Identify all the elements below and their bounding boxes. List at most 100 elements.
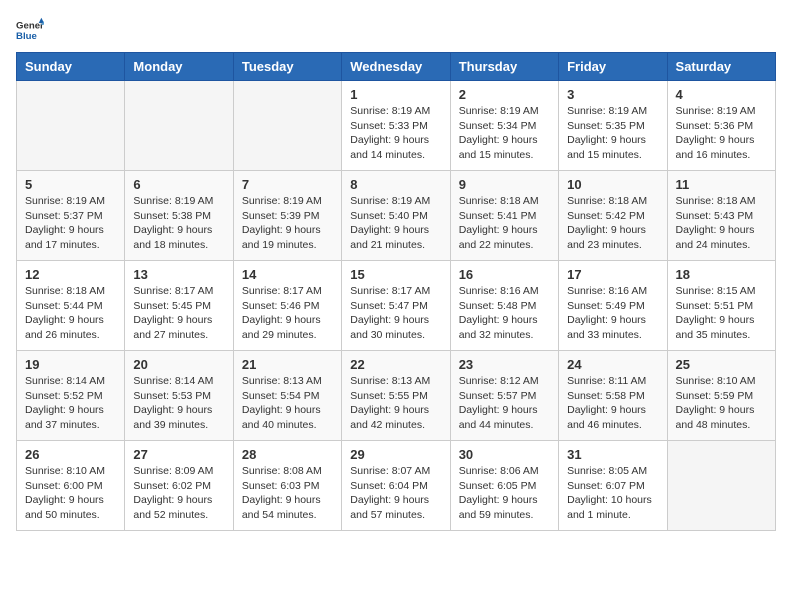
day-of-week-header: Friday [559, 53, 667, 81]
day-number: 4 [676, 87, 767, 102]
day-number: 28 [242, 447, 333, 462]
calendar-cell: 8 Sunrise: 8:19 AM Sunset: 5:40 PM Daylig… [342, 171, 450, 261]
day-info: Sunrise: 8:05 AM Sunset: 6:07 PM Dayligh… [567, 464, 658, 523]
calendar-cell: 26 Sunrise: 8:10 AM Sunset: 6:00 PM Dayli… [17, 441, 125, 531]
day-info: Sunrise: 8:07 AM Sunset: 6:04 PM Dayligh… [350, 464, 441, 523]
day-info: Sunrise: 8:10 AM Sunset: 6:00 PM Dayligh… [25, 464, 116, 523]
calendar-cell: 21Sunrise: 8:13 AM Sunset: 5:54 PM Dayli… [233, 351, 341, 441]
day-number: 15 [350, 267, 441, 282]
day-info: Sunrise: 8:18 AM Sunset: 5:43 PM Dayligh… [676, 194, 767, 253]
calendar-cell: 13Sunrise: 8:17 AM Sunset: 5:45 PM Dayli… [125, 261, 233, 351]
calendar-cell: 23Sunrise: 8:12 AM Sunset: 5:57 PM Dayli… [450, 351, 558, 441]
day-info: Sunrise: 8:13 AM Sunset: 5:55 PM Dayligh… [350, 374, 441, 433]
calendar-cell: 5 Sunrise: 8:19 AM Sunset: 5:37 PM Daylig… [17, 171, 125, 261]
day-number: 25 [676, 357, 767, 372]
day-info: Sunrise: 8:17 AM Sunset: 5:45 PM Dayligh… [133, 284, 224, 343]
day-info: Sunrise: 8:11 AM Sunset: 5:58 PM Dayligh… [567, 374, 658, 433]
day-of-week-header: Tuesday [233, 53, 341, 81]
calendar-cell: 1 Sunrise: 8:19 AM Sunset: 5:33 PM Daylig… [342, 81, 450, 171]
calendar-cell: 22Sunrise: 8:13 AM Sunset: 5:55 PM Dayli… [342, 351, 450, 441]
calendar-cell [17, 81, 125, 171]
day-number: 31 [567, 447, 658, 462]
calendar-header-row: SundayMondayTuesdayWednesdayThursdayFrid… [17, 53, 776, 81]
week-row: 5 Sunrise: 8:19 AM Sunset: 5:37 PM Daylig… [17, 171, 776, 261]
day-number: 5 [25, 177, 116, 192]
day-number: 10 [567, 177, 658, 192]
day-info: Sunrise: 8:08 AM Sunset: 6:03 PM Dayligh… [242, 464, 333, 523]
day-number: 17 [567, 267, 658, 282]
calendar-cell: 31 Sunrise: 8:05 AM Sunset: 6:07 PM Dayli… [559, 441, 667, 531]
day-info: Sunrise: 8:09 AM Sunset: 6:02 PM Dayligh… [133, 464, 224, 523]
day-number: 12 [25, 267, 116, 282]
day-info: Sunrise: 8:19 AM Sunset: 5:38 PM Dayligh… [133, 194, 224, 253]
day-number: 26 [25, 447, 116, 462]
day-info: Sunrise: 8:18 AM Sunset: 5:44 PM Dayligh… [25, 284, 116, 343]
calendar-cell: 9Sunrise: 8:18 AM Sunset: 5:41 PM Daylig… [450, 171, 558, 261]
day-info: Sunrise: 8:16 AM Sunset: 5:48 PM Dayligh… [459, 284, 550, 343]
day-info: Sunrise: 8:19 AM Sunset: 5:39 PM Dayligh… [242, 194, 333, 253]
week-row: 12 Sunrise: 8:18 AM Sunset: 5:44 PM Dayli… [17, 261, 776, 351]
header: General Blue [16, 16, 776, 44]
day-number: 3 [567, 87, 658, 102]
day-number: 6 [133, 177, 224, 192]
day-info: Sunrise: 8:06 AM Sunset: 6:05 PM Dayligh… [459, 464, 550, 523]
day-number: 27 [133, 447, 224, 462]
calendar-cell: 15Sunrise: 8:17 AM Sunset: 5:47 PM Dayli… [342, 261, 450, 351]
calendar-cell: 25 Sunrise: 8:10 AM Sunset: 5:59 PM Dayli… [667, 351, 775, 441]
calendar-cell: 11 Sunrise: 8:18 AM Sunset: 5:43 PM Dayli… [667, 171, 775, 261]
calendar-cell: 18 Sunrise: 8:15 AM Sunset: 5:51 PM Dayli… [667, 261, 775, 351]
day-of-week-header: Wednesday [342, 53, 450, 81]
day-info: Sunrise: 8:19 AM Sunset: 5:36 PM Dayligh… [676, 104, 767, 163]
calendar-cell: 10 Sunrise: 8:18 AM Sunset: 5:42 PM Dayli… [559, 171, 667, 261]
day-number: 30 [459, 447, 550, 462]
calendar: SundayMondayTuesdayWednesdayThursdayFrid… [16, 52, 776, 531]
day-info: Sunrise: 8:19 AM Sunset: 5:35 PM Dayligh… [567, 104, 658, 163]
day-number: 9 [459, 177, 550, 192]
day-number: 11 [676, 177, 767, 192]
calendar-cell: 14 Sunrise: 8:17 AM Sunset: 5:46 PM Dayli… [233, 261, 341, 351]
day-number: 2 [459, 87, 550, 102]
day-info: Sunrise: 8:16 AM Sunset: 5:49 PM Dayligh… [567, 284, 658, 343]
calendar-cell: 29 Sunrise: 8:07 AM Sunset: 6:04 PM Dayli… [342, 441, 450, 531]
day-number: 8 [350, 177, 441, 192]
day-of-week-header: Sunday [17, 53, 125, 81]
week-row: 1 Sunrise: 8:19 AM Sunset: 5:33 PM Daylig… [17, 81, 776, 171]
day-number: 20 [133, 357, 224, 372]
calendar-cell: 4 Sunrise: 8:19 AM Sunset: 5:36 PM Daylig… [667, 81, 775, 171]
day-number: 1 [350, 87, 441, 102]
day-info: Sunrise: 8:18 AM Sunset: 5:42 PM Dayligh… [567, 194, 658, 253]
calendar-cell: 19 Sunrise: 8:14 AM Sunset: 5:52 PM Dayli… [17, 351, 125, 441]
calendar-cell: 7Sunrise: 8:19 AM Sunset: 5:39 PM Daylig… [233, 171, 341, 261]
day-number: 29 [350, 447, 441, 462]
calendar-cell: 6 Sunrise: 8:19 AM Sunset: 5:38 PM Daylig… [125, 171, 233, 261]
calendar-cell: 27 Sunrise: 8:09 AM Sunset: 6:02 PM Dayli… [125, 441, 233, 531]
calendar-cell: 30 Sunrise: 8:06 AM Sunset: 6:05 PM Dayli… [450, 441, 558, 531]
day-info: Sunrise: 8:14 AM Sunset: 5:53 PM Dayligh… [133, 374, 224, 433]
calendar-cell: 28 Sunrise: 8:08 AM Sunset: 6:03 PM Dayli… [233, 441, 341, 531]
day-info: Sunrise: 8:15 AM Sunset: 5:51 PM Dayligh… [676, 284, 767, 343]
calendar-cell [125, 81, 233, 171]
week-row: 19 Sunrise: 8:14 AM Sunset: 5:52 PM Dayli… [17, 351, 776, 441]
day-info: Sunrise: 8:17 AM Sunset: 5:46 PM Dayligh… [242, 284, 333, 343]
day-info: Sunrise: 8:19 AM Sunset: 5:37 PM Dayligh… [25, 194, 116, 253]
calendar-cell [667, 441, 775, 531]
day-of-week-header: Saturday [667, 53, 775, 81]
day-number: 19 [25, 357, 116, 372]
day-info: Sunrise: 8:14 AM Sunset: 5:52 PM Dayligh… [25, 374, 116, 433]
day-number: 23 [459, 357, 550, 372]
svg-text:Blue: Blue [16, 31, 37, 42]
calendar-cell: 20 Sunrise: 8:14 AM Sunset: 5:53 PM Dayli… [125, 351, 233, 441]
day-info: Sunrise: 8:19 AM Sunset: 5:40 PM Dayligh… [350, 194, 441, 253]
day-number: 21 [242, 357, 333, 372]
logo-icon: General Blue [16, 16, 44, 44]
day-number: 18 [676, 267, 767, 282]
day-number: 16 [459, 267, 550, 282]
day-number: 14 [242, 267, 333, 282]
week-row: 26 Sunrise: 8:10 AM Sunset: 6:00 PM Dayli… [17, 441, 776, 531]
day-info: Sunrise: 8:10 AM Sunset: 5:59 PM Dayligh… [676, 374, 767, 433]
calendar-cell [233, 81, 341, 171]
calendar-cell: 2Sunrise: 8:19 AM Sunset: 5:34 PM Daylig… [450, 81, 558, 171]
day-info: Sunrise: 8:19 AM Sunset: 5:33 PM Dayligh… [350, 104, 441, 163]
calendar-cell: 17 Sunrise: 8:16 AM Sunset: 5:49 PM Dayli… [559, 261, 667, 351]
day-of-week-header: Monday [125, 53, 233, 81]
